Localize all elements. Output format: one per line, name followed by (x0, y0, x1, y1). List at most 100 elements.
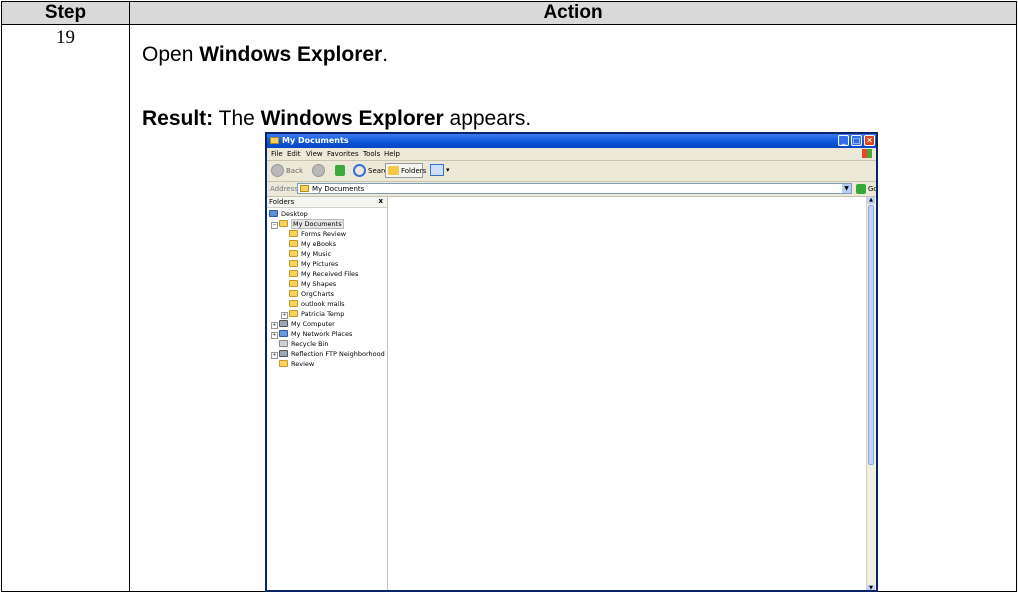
tree-item-orgcharts[interactable]: OrgCharts (289, 290, 334, 299)
windows-explorer-screenshot: My Documents _ □ ✕ File Edit View Favori… (265, 132, 878, 592)
computer-icon (279, 320, 288, 327)
scrollbar-thumb[interactable] (868, 205, 874, 465)
menu-help[interactable]: Help (384, 150, 400, 158)
tree-item-my-music[interactable]: My Music (289, 250, 331, 259)
folder-icon (279, 220, 288, 227)
folders-icon (388, 166, 399, 175)
window-title: My Documents (282, 136, 349, 145)
tree-item-patricia-temp[interactable]: Patricia Temp (289, 310, 344, 319)
menu-bar: File Edit View Favorites Tools Help (267, 148, 876, 161)
tree-item-label: Recycle Bin (291, 340, 329, 348)
result-label: Result: (142, 107, 214, 130)
minimize-button[interactable]: _ (838, 135, 849, 146)
tree-item-recycle-bin[interactable]: Recycle Bin (279, 340, 328, 349)
result-prefix: The (213, 107, 261, 130)
collapse-icon[interactable]: − (271, 222, 278, 229)
tree-item-my-pictures[interactable]: My Pictures (289, 260, 338, 269)
folder-icon (289, 240, 298, 247)
file-list-pane[interactable] (388, 197, 866, 590)
menu-edit[interactable]: Edit (287, 150, 301, 158)
folder-icon (270, 137, 279, 144)
address-label: Address (270, 185, 298, 193)
back-arrow-icon[interactable] (271, 164, 284, 177)
tree-item-label: outlook mails (301, 300, 345, 308)
chevron-down-icon[interactable]: ▼ (842, 184, 851, 193)
scroll-up-icon[interactable]: ▲ (867, 197, 875, 204)
windows-logo-icon (862, 149, 872, 158)
maximize-button[interactable]: □ (851, 135, 862, 146)
folder-icon (289, 280, 298, 287)
menu-favorites[interactable]: Favorites (327, 150, 359, 158)
vertical-scrollbar[interactable]: ▲ ▼ (866, 197, 876, 590)
expand-icon[interactable]: + (271, 322, 278, 329)
ftp-icon (279, 350, 288, 357)
folder-icon (289, 270, 298, 277)
folders-button-label: Folders (401, 167, 427, 175)
recycle-bin-icon (279, 340, 288, 347)
up-folder-icon[interactable] (335, 165, 345, 176)
expand-icon[interactable]: + (281, 312, 288, 319)
expand-icon[interactable]: + (271, 352, 278, 359)
folder-icon (289, 260, 298, 267)
folder-icon (300, 185, 309, 192)
standard-toolbar: Back Search Folders ▾ (267, 161, 876, 182)
tree-item-my-shapes[interactable]: My Shapes (289, 280, 336, 289)
tree-item-label: My Music (301, 250, 332, 258)
action-instruction: Open Windows Explorer. (142, 43, 388, 67)
folder-icon (289, 300, 298, 307)
tree-item-my-documents[interactable]: My Documents (279, 219, 344, 229)
tree-item-review[interactable]: Review (279, 360, 314, 369)
views-dropdown-arrow[interactable]: ▾ (446, 166, 450, 174)
tree-item-label: My Shapes (301, 280, 337, 288)
tree-item-label: My Pictures (301, 260, 339, 268)
tree-item-my-ebooks[interactable]: My eBooks (289, 240, 336, 249)
tree-item-desktop[interactable]: Desktop (269, 210, 308, 219)
tree-item-label: Forms Review (301, 230, 347, 238)
tree-item-forms-review[interactable]: Forms Review (289, 230, 346, 239)
column-divider (129, 2, 130, 591)
go-arrow-icon[interactable] (856, 184, 866, 194)
folders-pane-title: Folders (269, 198, 295, 206)
close-button[interactable]: ✕ (864, 135, 875, 146)
search-icon[interactable] (353, 164, 366, 177)
menu-file[interactable]: File (271, 150, 283, 158)
tree-item-reflection-ftp[interactable]: Reflection FTP Neighborhood (279, 350, 385, 359)
folder-icon (279, 360, 288, 367)
tree-item-label: Reflection FTP Neighborhood (291, 350, 385, 358)
close-pane-icon[interactable]: x (378, 197, 383, 205)
address-input[interactable]: My Documents ▼ (297, 183, 852, 194)
tree-item-label: My Documents (291, 219, 344, 229)
scroll-down-icon[interactable]: ▼ (867, 585, 875, 590)
tree-item-label: Patricia Temp (301, 310, 345, 318)
window-titlebar: My Documents _ □ ✕ (267, 134, 876, 148)
menu-tools[interactable]: Tools (363, 150, 380, 158)
tree-item-label: My Network Places (291, 330, 353, 338)
tree-item-label: My eBooks (301, 240, 337, 248)
forward-arrow-icon[interactable] (312, 164, 325, 177)
tree-item-label: My Computer (291, 320, 335, 328)
folder-icon (289, 310, 298, 317)
menu-view[interactable]: View (306, 150, 323, 158)
address-bar: Address My Documents ▼ Go (267, 182, 876, 197)
go-button-label[interactable]: Go (868, 185, 876, 193)
result-suffix: appears. (443, 107, 532, 130)
tree-item-outlook-mails[interactable]: outlook mails (289, 300, 345, 309)
result-line: Result: The Windows Explorer appears. (142, 107, 531, 131)
action-app-name: Windows Explorer (199, 43, 383, 66)
back-label[interactable]: Back (286, 167, 303, 175)
tree-item-my-network-places[interactable]: My Network Places (279, 330, 352, 339)
folder-icon (289, 290, 298, 297)
folders-pane-header: Folders x (267, 197, 387, 208)
folders-pane: Folders x Desktop − My Documents Forms R… (267, 197, 388, 590)
address-value: My Documents (312, 185, 365, 193)
views-icon[interactable] (430, 164, 444, 176)
tree-item-my-computer[interactable]: My Computer (279, 320, 335, 329)
action-suffix: . (382, 43, 389, 66)
tree-item-my-received-files[interactable]: My Received Files (289, 270, 358, 279)
table-header-row: Step Action (2, 2, 1016, 25)
folders-button[interactable]: Folders (385, 163, 427, 178)
expand-icon[interactable]: + (271, 332, 278, 339)
action-column-header: Action (543, 2, 603, 23)
desktop-icon (269, 210, 278, 217)
tree-item-label: Review (291, 360, 315, 368)
